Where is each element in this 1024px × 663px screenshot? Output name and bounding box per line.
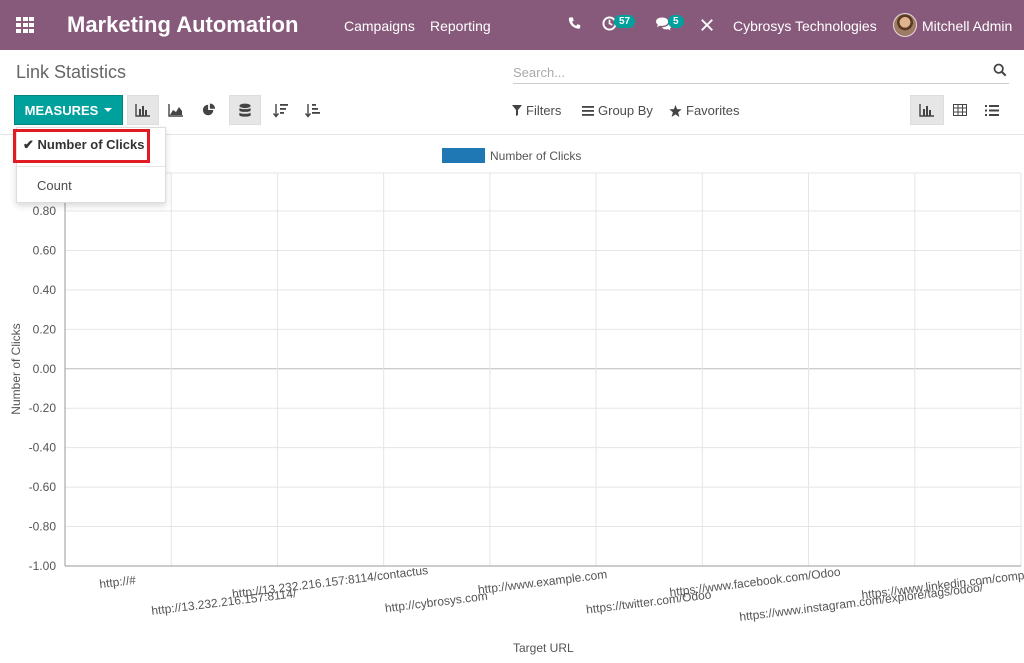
y-tick-label: 0.00 [33,362,57,376]
user-menu[interactable]: Mitchell Admin [922,18,1012,34]
y-axis-title: Number of Clicks [9,323,23,415]
bar-chart: 0.80 0.60 0.40 0.20 0.00 -0.20 -0.40 -0.60 -0.80… [29,172,1024,624]
x-axis-title: Target URL [513,641,574,655]
x-tick-label: http://cybrosys.com [384,589,488,615]
filter-icon [512,105,522,116]
search-bar [513,62,1009,84]
list-icon [985,104,999,116]
favorites-label: Favorites [686,103,740,118]
bars-icon [582,105,594,116]
y-tick-label: -0.20 [29,401,57,415]
y-tick-label: 0.80 [33,204,57,218]
graph-view-button[interactable] [910,95,944,125]
pie-chart-button[interactable] [193,95,225,125]
company-switcher[interactable]: Cybrosys Technologies [733,18,877,34]
group-by-button[interactable]: Group By [582,103,653,118]
y-tick-label: 0.60 [33,243,57,257]
measure-count[interactable]: Count [37,178,185,193]
line-chart-button[interactable] [160,95,192,125]
bar-chart-button[interactable] [127,95,159,125]
sort-descending-button[interactable] [265,95,297,125]
measures-label: MEASURES [24,102,99,118]
list-view-button[interactable] [975,95,1009,125]
y-tick-label: -0.40 [29,441,57,455]
nav-campaigns[interactable]: Campaigns [344,18,415,34]
y-tick-label: -0.80 [29,520,57,534]
caret-down-icon [104,108,113,112]
user-avatar[interactable] [893,13,917,37]
page-title: Link Statistics [16,62,127,82]
y-tick-label: 0.20 [33,322,57,336]
search-input[interactable] [513,62,983,82]
debug-tools-icon[interactable] [700,18,714,36]
top-navbar: Marketing Automation Campaigns Reporting… [0,0,1024,50]
pivot-view-button[interactable] [943,95,977,125]
area-chart-icon [168,103,183,117]
database-icon [239,103,251,117]
y-tick-label: -1.00 [29,559,57,573]
sort-amount-asc-icon [305,103,320,118]
apps-menu-icon[interactable] [16,17,34,33]
filters-button[interactable]: Filters [512,103,561,118]
x-tick-label: http://13.232.216.157:8114/contactus [231,563,429,601]
dropdown-divider [17,166,165,167]
bar-chart-icon [135,103,150,117]
sort-ascending-button[interactable] [297,95,329,125]
star-icon [669,104,682,117]
y-tick-label: -0.60 [29,480,57,494]
messages-count-badge: 5 [668,15,684,28]
group-by-label: Group By [598,103,653,118]
x-tick-label: http://# [99,573,137,591]
bar-chart-icon [919,103,934,117]
app-title[interactable]: Marketing Automation [67,12,298,38]
search-icon[interactable] [993,63,1007,82]
favorites-button[interactable]: Favorites [669,103,739,118]
phone-icon[interactable] [568,16,581,34]
stacked-button[interactable] [229,95,261,125]
annotation-highlight-box [13,129,150,163]
measures-button[interactable]: MEASURES [14,95,123,125]
nav-reporting[interactable]: Reporting [430,18,491,34]
y-tick-label: 0.40 [33,283,57,297]
x-tick-label: https://www.facebook.com/Odoo [669,565,842,600]
x-tick-label: http://www.example.com [477,567,608,597]
table-icon [953,104,967,116]
pie-chart-icon [202,103,216,116]
filters-label: Filters [526,103,562,118]
activity-count-badge: 57 [614,15,636,28]
sort-amount-desc-icon [273,103,288,118]
